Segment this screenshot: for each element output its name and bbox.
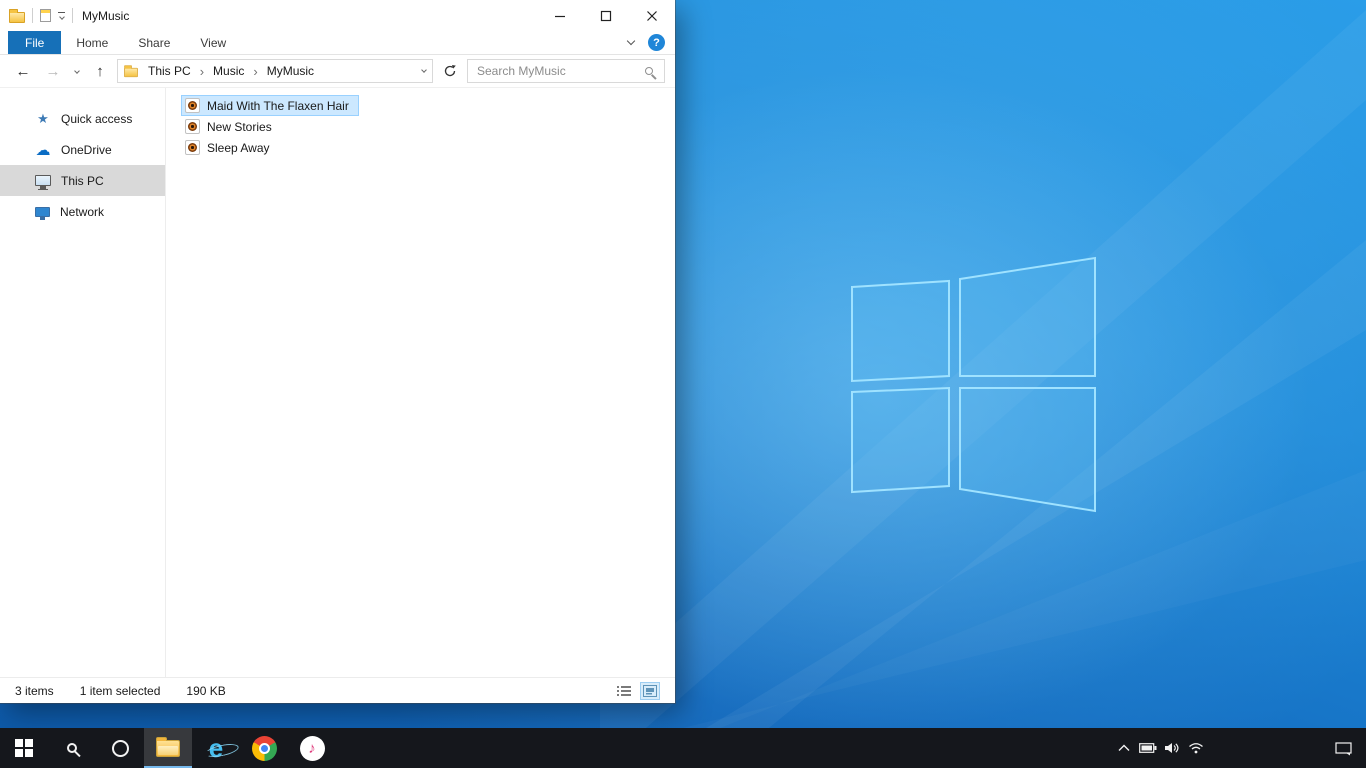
sidebar-item-onedrive[interactable]: ☁ OneDrive [0,134,165,165]
help-button[interactable]: ? [648,34,665,51]
internet-explorer-icon: e [208,733,224,763]
maximize-button[interactable] [583,0,629,31]
address-dropdown-icon[interactable] [421,66,427,73]
file-explorer-icon [156,736,180,757]
taskbar-itunes-button[interactable]: ♪ [288,728,336,768]
selection-size: 190 KB [186,683,226,698]
details-view-button[interactable] [614,682,634,700]
back-button[interactable]: ← [10,59,36,83]
file-item[interactable]: New Stories [181,116,282,137]
title-bar[interactable]: MyMusic [0,0,675,31]
file-item[interactable]: Maid With The Flaxen Hair [181,95,359,116]
breadcrumb-music[interactable]: Music [206,64,251,78]
status-bar: 3 items 1 item selected 190 KB [0,677,675,703]
cortana-icon [111,739,129,757]
music-file-icon [185,140,200,155]
taskbar-internet-explorer-button[interactable]: e [192,728,240,768]
navigation-pane: ★ Quick access ☁ OneDrive This PC Networ… [0,88,166,677]
refresh-button[interactable] [437,59,463,83]
file-item[interactable]: Sleep Away [181,137,280,158]
taskbar-chrome-button[interactable] [240,728,288,768]
music-file-icon [185,119,200,134]
minimize-button[interactable] [537,0,583,31]
file-list[interactable]: Maid With The Flaxen Hair New Stories Sl… [166,88,675,677]
window-controls [537,0,675,31]
up-button[interactable]: ↑ [87,59,113,83]
properties-icon[interactable] [40,9,51,22]
volume-icon[interactable] [1160,728,1184,768]
forward-button[interactable]: → [40,59,66,83]
customize-toolbar-icon[interactable] [58,11,65,21]
navigation-bar: ← → ↑ This PC › Music › MyMusic [0,55,675,88]
breadcrumb-separator-icon: › [199,63,205,79]
chrome-icon [251,735,277,761]
start-button[interactable] [0,728,48,768]
computer-icon [35,175,51,190]
hidden-icons-button[interactable] [1112,728,1136,768]
sidebar-item-network[interactable]: Network [0,196,165,227]
close-button[interactable] [629,0,675,31]
wifi-icon[interactable] [1184,728,1208,768]
search-icon [67,743,77,753]
star-icon: ★ [37,110,49,126]
sidebar-item-quick-access[interactable]: ★ Quick access [0,103,165,134]
address-folder-icon [124,64,138,77]
cloud-icon: ☁ [35,141,51,159]
tab-file[interactable]: File [8,31,62,54]
clock-area [1208,728,1320,768]
tab-view[interactable]: View [185,31,241,54]
tab-share[interactable]: Share [123,31,185,54]
selection-count: 1 item selected [79,683,161,698]
cortana-button[interactable] [96,728,144,768]
file-explorer-window: MyMusic File Home Share View ? ← → ↑ Thi… [0,0,675,703]
breadcrumb-separator-icon: › [253,63,258,79]
file-name: Sleep Away [207,140,270,155]
sidebar-item-label: Quick access [61,111,133,126]
itunes-icon: ♪ [299,735,325,761]
sidebar-item-this-pc[interactable]: This PC [0,165,165,196]
sidebar-item-label: This PC [61,173,104,188]
ribbon-tabs: File Home Share View ? [0,31,675,55]
tab-home[interactable]: Home [61,31,123,54]
address-bar[interactable]: This PC › Music › MyMusic [117,59,433,83]
search-box [467,59,665,83]
file-name: Maid With The Flaxen Hair [207,98,349,113]
search-icon[interactable] [645,67,653,75]
sidebar-item-label: OneDrive [61,142,112,157]
breadcrumb-this-pc[interactable]: This PC [141,64,198,78]
recent-locations-icon[interactable] [70,68,83,74]
quick-access-toolbar: MyMusic [9,8,129,23]
battery-icon[interactable] [1136,728,1160,768]
window-folder-icon [9,8,25,23]
separator [32,8,33,23]
taskbar-search-button[interactable] [48,728,96,768]
taskbar-file-explorer-button[interactable] [144,728,192,768]
separator [72,8,73,23]
search-input[interactable] [468,64,645,78]
collapse-ribbon-icon[interactable] [626,36,636,46]
large-icons-view-button[interactable] [640,681,660,700]
file-name: New Stories [207,119,272,134]
windows-logo-icon [15,739,33,757]
items-count: 3 items [15,683,54,698]
network-icon [35,206,50,220]
system-tray [1112,728,1366,768]
sidebar-item-label: Network [60,204,105,219]
breadcrumb-mymusic[interactable]: MyMusic [260,64,321,78]
taskbar: e ♪ [0,728,1366,768]
action-center-button[interactable] [1320,728,1366,768]
window-title: MyMusic [82,8,130,23]
music-file-icon [185,98,200,113]
